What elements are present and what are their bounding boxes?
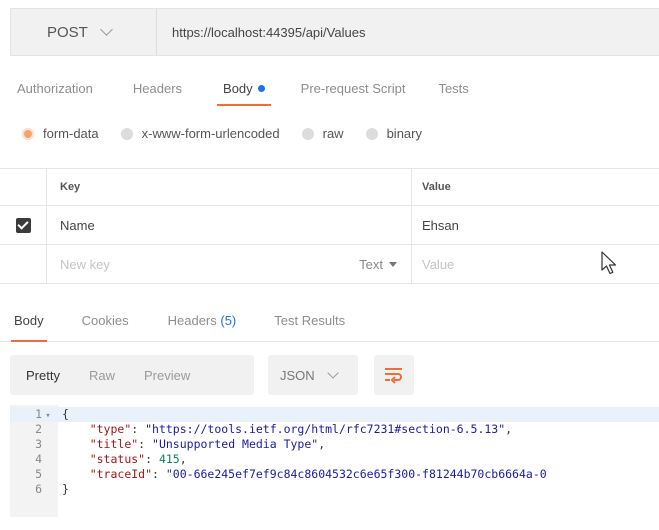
code-line: 4 "status": 415, [10, 452, 659, 467]
headers-count-badge: (5) [220, 313, 237, 328]
line-text: } [62, 482, 69, 496]
tab-headers[interactable]: Headers [133, 72, 182, 112]
type-label: Text [359, 256, 383, 272]
view-preview-button[interactable]: Preview [144, 368, 190, 383]
url-input[interactable]: https://localhost:44395/api/Values [157, 9, 659, 55]
new-key-cell[interactable]: New key Text [47, 245, 412, 283]
code-line: 6} [10, 482, 659, 497]
row-check-cell [0, 206, 47, 244]
table-row: Name Ehsan [0, 206, 659, 245]
json-value: "https://tools.ietf.org/html/rfc7231#sec… [145, 422, 506, 436]
view-pretty-button[interactable]: Pretty [26, 368, 60, 383]
new-row-check-cell [0, 245, 47, 283]
json-key: "title" [89, 437, 139, 451]
json-value: "00-66e245ef7ef9c84c8604532c6e65f300-f81… [165, 467, 547, 481]
checkbox-checked-icon[interactable] [15, 217, 31, 233]
line-number: 2 [35, 422, 42, 436]
tab-pre-request-script[interactable]: Pre-request Script [301, 72, 406, 112]
json-key: "status" [89, 452, 146, 466]
method-label: POST [47, 23, 88, 41]
tab-tests[interactable]: Tests [438, 72, 468, 112]
line-number: 3 [35, 437, 42, 451]
response-tab-headers[interactable]: Headers (5) [168, 298, 237, 341]
line-text: { [62, 407, 69, 421]
json-key: "traceId" [89, 467, 153, 481]
response-tab-headers-label: Headers [167, 313, 217, 328]
tab-authorization[interactable]: Authorization [17, 72, 93, 112]
request-bar: POST https://localhost:44395/api/Values [10, 8, 659, 56]
chevron-down-icon [327, 367, 339, 379]
code-line: 1 ▾{ [10, 407, 659, 422]
body-type-options: form-data x-www-form-urlencoded raw bina… [22, 126, 444, 141]
new-value-input[interactable]: Value [422, 257, 454, 272]
header-key: Key [47, 169, 412, 205]
tab-body[interactable]: Body [217, 72, 271, 112]
line-number: 5 [35, 467, 42, 481]
radio-unchecked-icon [365, 127, 378, 140]
json-punct: , [179, 452, 187, 466]
radio-raw[interactable]: raw [301, 126, 344, 141]
method-select[interactable]: POST [11, 9, 157, 55]
key-cell[interactable]: Name [47, 206, 412, 244]
wrap-lines-icon [385, 368, 402, 384]
mouse-cursor-icon [601, 251, 617, 275]
view-mode-group: Pretty Raw Preview [10, 355, 254, 395]
radio-binary[interactable]: binary [365, 126, 422, 141]
radio-label: binary [386, 126, 422, 141]
radio-checked-icon [22, 127, 34, 140]
value-cell[interactable]: Ehsan [412, 206, 659, 244]
code-line: 3 "title": "Unsupported Media Type", [10, 437, 659, 452]
line-number: 1 [35, 407, 42, 421]
code-line: 5 "traceId": "00-66e245ef7ef9c84c8604532… [10, 467, 659, 482]
radio-unchecked-icon [301, 127, 314, 140]
json-value: "Unsupported Media Type" [152, 437, 319, 451]
radio-label: x-www-form-urlencoded [141, 126, 280, 141]
json-key: "type" [89, 422, 132, 436]
header-value: Value [422, 181, 451, 193]
header-check-cell [0, 169, 47, 205]
form-data-table: Key Value Name Ehsan New key Text Value [0, 168, 659, 284]
response-body-code[interactable]: 1 ▾{ 2 "type": "https://tools.ietf.org/ht… [10, 405, 659, 517]
key-text: Name [60, 217, 95, 233]
response-tab-cookies[interactable]: Cookies [82, 298, 129, 341]
radio-label: raw [322, 126, 344, 141]
type-select[interactable]: Text [359, 257, 397, 272]
table-header: Key Value [0, 168, 659, 206]
json-punct: , [318, 437, 326, 451]
response-toolbar: Pretty Raw Preview JSON [10, 355, 414, 395]
new-key-input[interactable]: New key [60, 257, 110, 272]
format-label: JSON [280, 367, 315, 383]
modified-dot-icon [257, 85, 265, 92]
line-number: 6 [35, 482, 42, 496]
response-tab-body[interactable]: Body [11, 298, 47, 342]
json-value: 415 [158, 452, 180, 466]
response-tabs: Body Cookies Headers (5) Test Results [0, 298, 659, 342]
format-select[interactable]: JSON [268, 355, 358, 395]
new-row: New key Text Value [0, 245, 659, 284]
chevron-down-icon [99, 23, 113, 36]
radio-label: form-data [43, 126, 99, 141]
caret-down-icon [389, 261, 397, 267]
radio-unchecked-icon [120, 127, 133, 140]
line-number: 4 [35, 452, 42, 466]
request-tabs: Authorization Headers Body Pre-request S… [0, 72, 659, 112]
wrap-lines-button[interactable] [374, 355, 414, 395]
radio-x-www-form-urlencoded[interactable]: x-www-form-urlencoded [120, 126, 280, 141]
tab-body-label: Body [223, 81, 253, 96]
response-tab-test-results[interactable]: Test Results [274, 298, 345, 341]
radio-form-data[interactable]: form-data [22, 126, 99, 141]
new-value-cell[interactable]: Value [412, 245, 659, 283]
json-punct: , [505, 422, 513, 436]
code-line: 2 "type": "https://tools.ietf.org/html/r… [10, 422, 659, 437]
view-raw-button[interactable]: Raw [89, 368, 115, 383]
